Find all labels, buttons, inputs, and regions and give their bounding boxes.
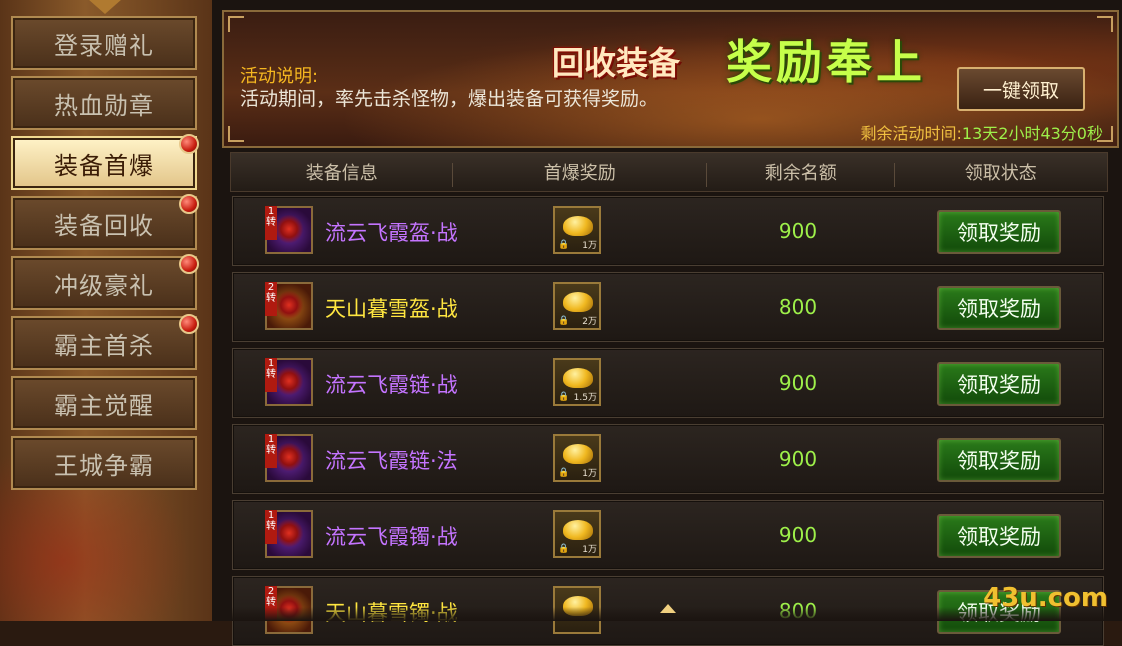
tab-label: 霸主觉醒 (54, 391, 154, 420)
quota-value: 900 (778, 447, 818, 471)
table-row: 2转 天山暮雪盔·战 🔒 2万 800 领取奖励 (232, 272, 1104, 342)
lock-icon: 🔒 (558, 316, 570, 326)
event-banner: 回收装备 奖励奉上 活动说明: 活动期间，率先击杀怪物，爆出装备可获得奖励。 一… (222, 10, 1119, 148)
activity-sidebar: 登录赠礼 热血勋章 装备首爆 装备回收 冲级豪礼 霸主首杀 霸主觉醒 王城争霸 (0, 0, 215, 621)
claim-reward-button[interactable]: 领取奖励 (937, 362, 1061, 406)
tab-label: 登录赠礼 (54, 31, 154, 60)
quota-value: 900 (778, 371, 818, 395)
tab-label: 冲级豪礼 (54, 271, 154, 300)
reward-amount: 1万 (582, 545, 597, 555)
banner-title-right: 奖励奉上 (726, 35, 926, 89)
site-watermark: 43u.com (983, 583, 1108, 613)
claim-all-button[interactable]: 一键领取 (957, 67, 1085, 111)
tab-label: 装备回收 (54, 211, 154, 240)
rebirth-badge: 1转 (265, 206, 277, 240)
lock-icon: 🔒 (558, 468, 570, 478)
frame-corner (1097, 16, 1113, 32)
helmet-icon[interactable]: 1转 (265, 206, 313, 254)
reward-amount: 2万 (582, 317, 597, 327)
header-claim-status: 领取状态 (964, 163, 1037, 184)
bracelet-icon[interactable]: 1转 (265, 510, 313, 558)
item-name: 天山暮雪盔·战 (325, 297, 458, 321)
claim-reward-button[interactable]: 领取奖励 (937, 210, 1061, 254)
item-name: 流云飞霞盔·战 (325, 221, 458, 245)
notification-dot (179, 314, 199, 334)
lock-icon: 🔒 (558, 544, 570, 554)
item-name: 流云飞霞链·战 (325, 373, 458, 397)
claim-reward-button[interactable]: 领取奖励 (937, 286, 1061, 330)
tab-equipment-first-drop[interactable]: 装备首爆 (11, 134, 199, 190)
item-name: 流云飞霞镯·战 (325, 525, 458, 549)
tab-label: 王城争霸 (54, 451, 154, 480)
item-name: 流云飞霞链·法 (325, 449, 458, 473)
rebirth-badge: 1转 (265, 434, 277, 468)
top-ornament (80, 0, 130, 14)
table-row: 1转 流云飞霞镯·战 🔒 1万 900 领取奖励 (232, 500, 1104, 570)
banner-title-left: 回收装备 (552, 44, 681, 82)
gold-ingot-icon[interactable]: 🔒 1万 (553, 434, 601, 482)
rebirth-badge: 1转 (265, 358, 277, 392)
claim-reward-button[interactable]: 领取奖励 (937, 438, 1061, 482)
frame-corner (228, 16, 244, 32)
tab-castle-war[interactable]: 王城争霸 (11, 436, 197, 490)
header-equipment-info: 装备信息 (231, 159, 453, 187)
header-first-drop-reward: 首爆奖励 (453, 159, 707, 187)
tab-label: 热血勋章 (54, 91, 154, 120)
quota-value: 800 (778, 295, 818, 319)
notification-dot (179, 254, 199, 274)
tab-level-up-gift[interactable]: 冲级豪礼 (11, 254, 199, 310)
claim-all-label: 一键领取 (982, 79, 1059, 102)
table-row: 1转 流云飞霞盔·战 🔒 1万 900 领取奖励 (232, 196, 1104, 266)
rebirth-badge: 1转 (265, 510, 277, 544)
description-text: 活动期间，率先击杀怪物，爆出装备可获得奖励。 (240, 88, 659, 110)
timer-label: 剩余活动时间: (860, 124, 962, 143)
reward-amount: 1万 (582, 469, 597, 479)
gold-ingot-icon[interactable]: 🔒 1.5万 (553, 358, 601, 406)
tab-overlord-first-kill[interactable]: 霸主首杀 (11, 314, 199, 370)
tab-label: 霸主首杀 (54, 331, 154, 360)
lock-icon: 🔒 (558, 240, 570, 250)
quota-value: 900 (778, 523, 818, 547)
frame-corner (228, 126, 244, 142)
tab-equipment-recycle[interactable]: 装备回收 (11, 194, 199, 250)
lock-icon: 🔒 (558, 392, 570, 402)
table-row: 1转 流云飞霞链·战 🔒 1.5万 900 领取奖励 (232, 348, 1104, 418)
quota-value: 900 (778, 219, 818, 243)
table-row: 1转 流云飞霞链·法 🔒 1万 900 领取奖励 (232, 424, 1104, 494)
main-panel: 回收装备 奖励奉上 活动说明: 活动期间，率先击杀怪物，爆出装备可获得奖励。 一… (212, 0, 1122, 646)
reward-amount: 1万 (582, 241, 597, 251)
claim-reward-button[interactable]: 领取奖励 (937, 514, 1061, 558)
tab-label: 装备首爆 (54, 151, 154, 180)
gold-ingot-icon[interactable]: 🔒 1万 (553, 206, 601, 254)
timer-value: 13天2小时43分0秒 (961, 124, 1103, 143)
necklace-icon[interactable]: 1转 (265, 434, 313, 482)
header-remaining-quota: 剩余名额 (707, 159, 895, 187)
notification-dot (179, 134, 199, 154)
remaining-time: 剩余活动时间:13天2小时43分0秒 (861, 120, 1104, 144)
table-header: 装备信息 首爆奖励 剩余名额 领取状态 (230, 152, 1108, 192)
tab-login-gift[interactable]: 登录赠礼 (11, 16, 197, 70)
scroll-up-arrow-icon[interactable] (660, 604, 676, 613)
gold-ingot-icon[interactable]: 🔒 2万 (553, 282, 601, 330)
necklace-icon[interactable]: 1转 (265, 358, 313, 406)
helmet-icon[interactable]: 2转 (265, 282, 313, 330)
reward-amount: 1.5万 (573, 393, 597, 403)
notification-dot (179, 194, 199, 214)
tab-overlord-awaken[interactable]: 霸主觉醒 (11, 376, 197, 430)
gold-ingot-icon[interactable]: 🔒 1万 (553, 510, 601, 558)
tab-hot-blood-medal[interactable]: 热血勋章 (11, 76, 197, 130)
rebirth-badge: 2转 (265, 282, 277, 316)
